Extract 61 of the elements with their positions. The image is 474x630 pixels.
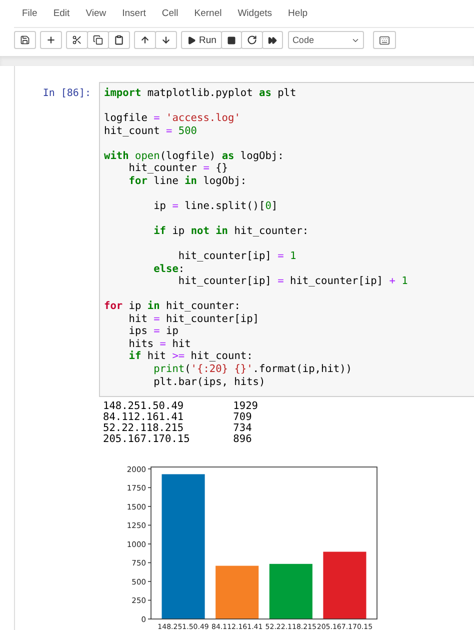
code-line: ip = line.split()[0] bbox=[152, 200, 279, 212]
code-line: for ip in hit_counter: bbox=[104, 300, 242, 313]
cut-button[interactable] bbox=[66, 31, 88, 49]
restart-button[interactable] bbox=[241, 31, 264, 49]
bar bbox=[216, 566, 259, 619]
code-cell[interactable] bbox=[99, 82, 474, 397]
code-line: hit = hit_counter[ip] bbox=[128, 312, 260, 326]
menu-item[interactable]: Edit bbox=[45, 8, 78, 19]
output-line: 148.251.50.49 1929 bbox=[103, 401, 259, 412]
menu-item[interactable]: View bbox=[78, 8, 114, 19]
code-line: plt.bar(ips, hits) bbox=[152, 376, 266, 388]
code-line: import matplotlib.pyplot as plt bbox=[104, 87, 298, 100]
code-line: hit_counter[ip] = 1 bbox=[178, 250, 298, 263]
paste-button[interactable] bbox=[108, 31, 130, 49]
play-icon bbox=[187, 36, 196, 44]
menu-item[interactable]: Insert bbox=[114, 8, 154, 19]
menu-item[interactable]: Kernel bbox=[186, 8, 230, 19]
keyboard-icon bbox=[379, 34, 390, 46]
code-line: with open(logfile) as logObj: bbox=[104, 150, 285, 162]
restart-icon bbox=[247, 35, 258, 45]
code-line: hit_counter = {} bbox=[128, 162, 230, 175]
fast-forward-icon bbox=[268, 36, 278, 44]
output-line: 205.167.170.15 896 bbox=[103, 434, 253, 445]
menu-item[interactable]: Widgets bbox=[230, 8, 280, 19]
copy-button[interactable] bbox=[87, 31, 109, 49]
move-down-button[interactable] bbox=[155, 31, 177, 49]
stop-button[interactable] bbox=[221, 31, 242, 49]
bar bbox=[269, 564, 312, 619]
stop-icon bbox=[227, 36, 236, 44]
copy-icon bbox=[93, 35, 103, 45]
scissors-icon bbox=[72, 35, 82, 45]
menu-item[interactable]: Cell bbox=[154, 8, 186, 19]
clipboard-icon bbox=[114, 35, 124, 45]
plus-icon bbox=[46, 35, 56, 45]
code-line: if ip not in hit_counter: bbox=[152, 225, 310, 238]
code-line: for line in logObj: bbox=[128, 174, 248, 188]
arrow-down-icon bbox=[161, 35, 171, 45]
cell-prompt: In [86]: bbox=[42, 87, 92, 101]
save-icon bbox=[20, 35, 30, 45]
code-line: hit_counter[ip] = hit_counter[ip] + 1 bbox=[177, 275, 409, 288]
code-line: logfile = 'access.log' bbox=[104, 112, 242, 125]
code-line: hit_count = 500 bbox=[104, 124, 198, 138]
menu-item[interactable]: Help bbox=[280, 8, 316, 19]
code-line: else: bbox=[152, 262, 186, 276]
move-up-button[interactable] bbox=[134, 31, 156, 49]
cell-type-dropdown[interactable]: Code bbox=[288, 31, 364, 49]
bar bbox=[323, 552, 366, 619]
fast-forward-button[interactable] bbox=[262, 31, 284, 49]
code-line: ips = ip bbox=[128, 325, 180, 338]
arrow-up-icon bbox=[140, 35, 150, 45]
save-button[interactable] bbox=[14, 31, 36, 49]
run-button[interactable]: Run bbox=[181, 31, 222, 49]
menu-item[interactable]: File bbox=[14, 8, 46, 19]
code-line: print('{:20} {}'.format(ip,hit)) bbox=[152, 363, 353, 376]
dropdown-value: Code bbox=[292, 35, 314, 45]
keyboard-button[interactable] bbox=[373, 31, 396, 49]
add-cell-button[interactable] bbox=[40, 31, 62, 49]
output-line: 84.112.161.41 709 bbox=[103, 412, 253, 423]
code-line: if hit >= hit_count: bbox=[128, 350, 254, 364]
output-line: 52.22.118.215 734 bbox=[103, 423, 253, 434]
code-line: hits = hit bbox=[128, 338, 192, 350]
